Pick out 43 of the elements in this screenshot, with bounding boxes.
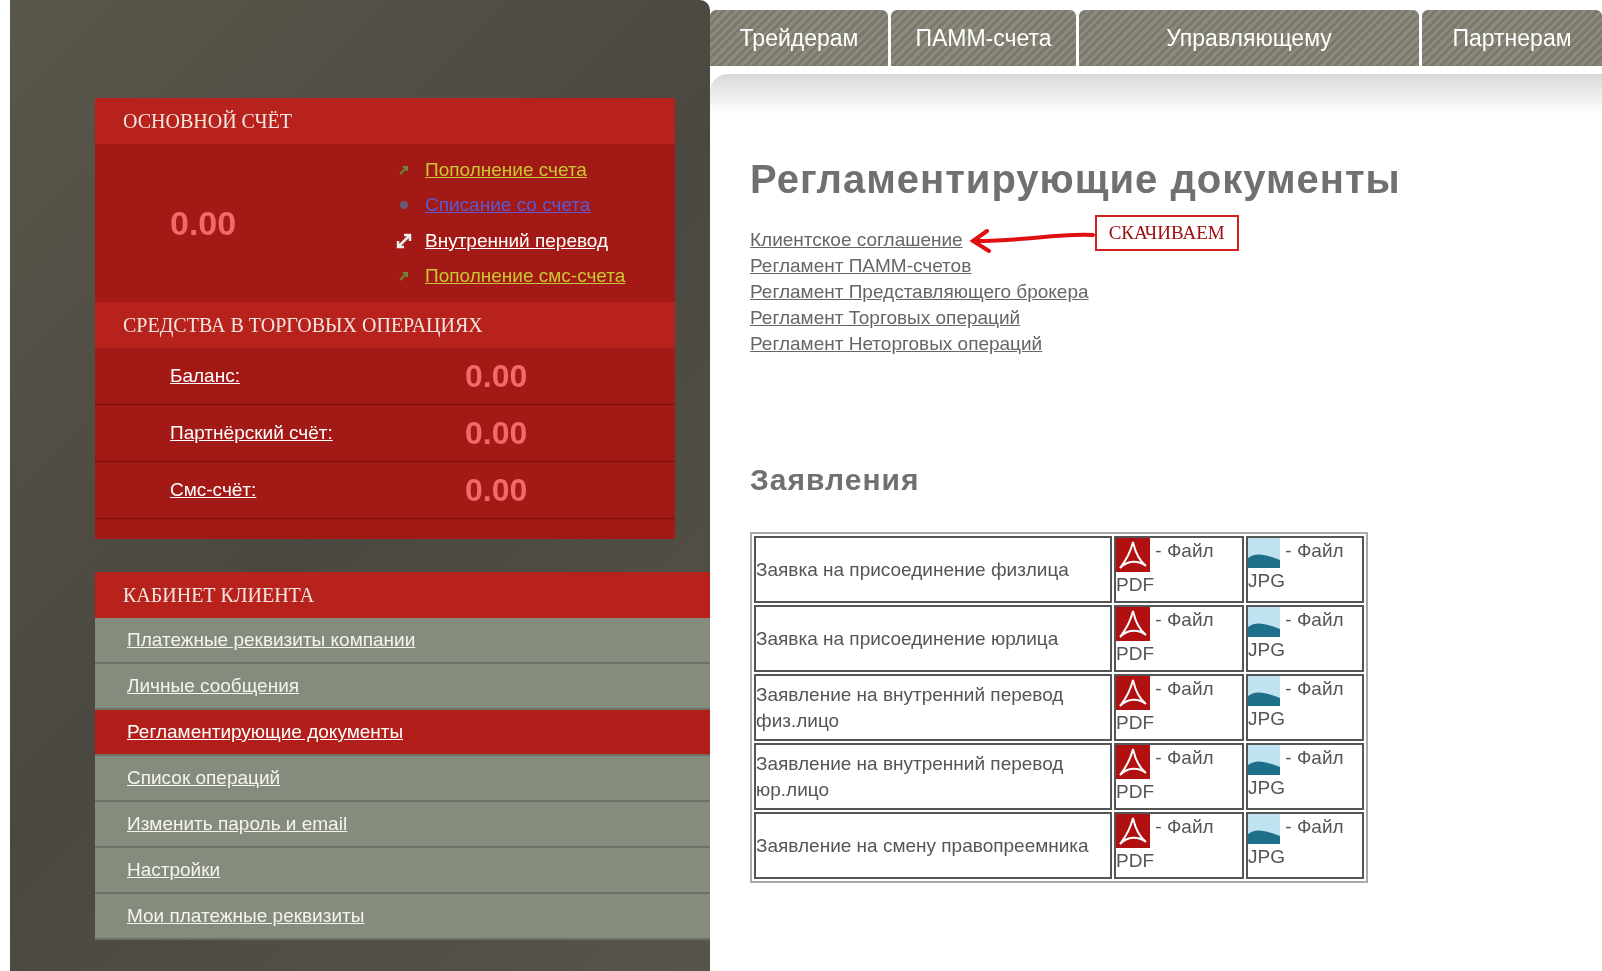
image-file-icon <box>1248 676 1280 706</box>
pdf-icon <box>1116 607 1150 641</box>
account-link[interactable]: Внутренний перевод <box>425 226 609 255</box>
menu-item[interactable]: Список операций <box>95 756 710 802</box>
panel-header: КАБИНЕТ КЛИЕНТА <box>95 572 710 618</box>
nav-tab[interactable]: Партнерам <box>1422 10 1602 66</box>
fund-amount: 0.00 <box>465 357 528 396</box>
menu-item[interactable]: Мои платежные реквизиты <box>95 894 710 940</box>
fund-link[interactable]: Смс-счёт: <box>170 475 465 505</box>
panel-header: СРЕДСТВА В ТОРГОВЫХ ОПЕРАЦИЯХ <box>95 302 675 348</box>
pdf-icon <box>1116 538 1150 572</box>
menu-item[interactable]: Платежные реквизиты компании <box>95 618 710 664</box>
pdf-icon <box>1116 814 1150 848</box>
menu-item[interactable]: Настройки <box>95 848 710 894</box>
nav-tab[interactable]: Трейдерам <box>710 10 888 66</box>
menu-item[interactable]: Регламентирующие документы <box>95 710 710 756</box>
image-file-icon <box>1248 538 1280 568</box>
balance-amount: 0.00 <box>170 202 238 244</box>
account-link[interactable]: Пополнение счета <box>425 155 587 184</box>
table-cell: Заявление на внутренний перевод физ.лицо <box>754 674 1112 741</box>
annotation-label: СКАЧИВАЕМ <box>1094 214 1239 252</box>
image-file-icon <box>1248 745 1280 775</box>
page-title: Регламентирующие документы <box>750 156 1402 203</box>
table-cell: Заявка на присоединение юрлица <box>754 605 1112 672</box>
menu-item[interactable]: Изменить пароль и email <box>95 802 710 848</box>
panel-header: ОСНОВНОЙ СЧЁТ <box>95 98 675 144</box>
table-cell: Заявка на присоединение физлица <box>754 536 1112 603</box>
menu-item[interactable]: Личные сообщения <box>95 664 710 710</box>
nav-tab[interactable]: ПАММ-счета <box>891 10 1076 66</box>
fund-link[interactable]: Баланс: <box>170 361 465 391</box>
section-title: Заявления <box>750 462 921 498</box>
image-file-icon <box>1248 814 1280 844</box>
table-cell: Заявление на внутренний перевод юр.лицо <box>754 743 1112 810</box>
fund-link[interactable]: Партнёрский счёт: <box>170 418 465 448</box>
fund-amount: 0.00 <box>465 471 528 510</box>
account-link[interactable]: Пополнение смс-счета <box>425 262 626 291</box>
pdf-icon <box>1116 745 1150 779</box>
pdf-icon <box>1116 676 1150 710</box>
nav-tab[interactable]: Управляющему <box>1079 10 1419 66</box>
image-file-icon <box>1248 607 1280 637</box>
fund-amount: 0.00 <box>465 414 528 453</box>
double-arrow-icon <box>395 231 413 250</box>
table-cell: Заявление на смену правопреемника <box>754 812 1112 879</box>
